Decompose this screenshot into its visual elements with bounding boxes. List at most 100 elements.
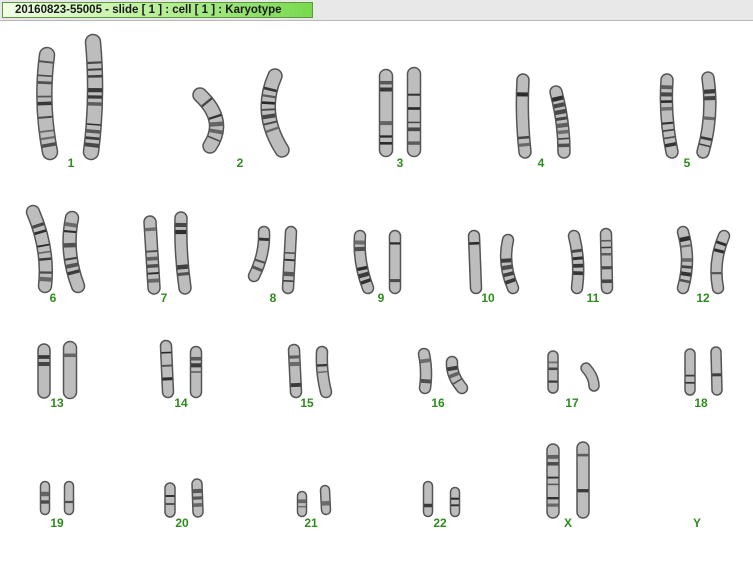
chromosome-2a-band [209, 128, 223, 135]
chromosome-1b [82, 33, 104, 161]
chromosome-7b-band [177, 271, 189, 277]
chromosome-4b-band [556, 122, 569, 129]
chromosome-16b [445, 355, 469, 395]
chromosome-3b [406, 66, 422, 158]
chromosome-11a-body [569, 231, 583, 293]
chromosome-14a-band [162, 377, 173, 381]
chromosome-18a [684, 348, 696, 396]
pair-label-5: 5 [683, 156, 691, 170]
chromosome-1b-band [86, 129, 101, 134]
pair-label-20: 20 [175, 516, 189, 530]
chromosome-18b-body [711, 347, 722, 395]
chromosome-5b-band [703, 116, 715, 121]
chromosome-15a [287, 343, 303, 399]
pair-label-4: 4 [537, 156, 545, 170]
chromosome-7a-band [146, 256, 158, 261]
pair-label-16: 16 [431, 396, 445, 410]
pair-label-7: 7 [160, 291, 168, 305]
chromosome-8a [247, 225, 271, 283]
chromosome-19b [63, 480, 75, 516]
chromosome-12a-band [680, 244, 692, 248]
chromosome-5b [696, 71, 717, 159]
chromosome-5a-body [661, 74, 678, 158]
chromosome-1b-band [87, 61, 102, 65]
chromosome-16a [417, 347, 433, 395]
chromosome-7a [143, 215, 161, 295]
pair-label-2: 2 [236, 156, 244, 170]
pair-label-10: 10 [481, 291, 495, 305]
chromosome-12a-band [679, 235, 691, 243]
chromosome-2a [192, 87, 225, 154]
chromosome-21a [296, 490, 308, 518]
chromosome-4b-band [554, 108, 567, 116]
chromosome-9a-band [358, 271, 370, 279]
chromosome-7a-body [144, 216, 160, 294]
karyotype-panel [25, 33, 731, 519]
chromosome-11b [599, 227, 614, 295]
pair-label-11: 11 [586, 291, 600, 305]
chromosome-7b-band [176, 264, 189, 270]
chromosome-6b-band [63, 230, 77, 234]
chromosome-14b [189, 345, 203, 399]
chromosome-4a-body [517, 74, 531, 158]
chromosome-7a-band [146, 250, 158, 253]
chromosome-10b-band [501, 264, 513, 271]
chromosome-1b-band [87, 68, 102, 71]
chromosome-7b-body [175, 212, 191, 294]
chromosome-16b-band [446, 365, 458, 372]
chromosome-6a-band [39, 257, 52, 261]
chromosome-8b-band [284, 258, 295, 262]
chromosome-6a-band [39, 276, 52, 282]
chromosome-4b-band [555, 116, 568, 121]
pair-label-3: 3 [396, 156, 404, 170]
chromosome-12a-band [681, 265, 692, 269]
chromosome-4b-band [557, 129, 569, 135]
chromosome-Xb [576, 441, 590, 519]
chromosome-13b [62, 340, 78, 400]
chromosome-10b-band [501, 258, 512, 263]
chromosome-8b [281, 225, 298, 295]
chromosome-9b [388, 229, 402, 295]
chromosome-Xa [546, 443, 560, 519]
pair-label-21: 21 [304, 516, 318, 530]
chromosome-6b-band [65, 262, 79, 269]
chromosome-10a [467, 229, 483, 295]
chromosome-12a [676, 225, 694, 295]
chromosome-14a [159, 339, 175, 399]
chromosome-5a-band [662, 121, 674, 125]
chromosome-4b-band [558, 137, 570, 140]
chromosome-15b-band [316, 363, 328, 367]
chromosome-6a [25, 204, 54, 294]
chromosome-4b [549, 85, 571, 159]
chromosome-18b [710, 346, 723, 396]
pair-label-Y: Y [692, 516, 702, 530]
chromosome-1a-band [37, 81, 52, 85]
chromosome-12b [710, 229, 731, 295]
chromosome-2b-band [261, 108, 275, 111]
pair-label-6: 6 [49, 291, 57, 305]
chromosome-11a-band [571, 248, 583, 254]
chromosome-4a-band [518, 142, 530, 147]
chromosome-7b [174, 211, 192, 295]
chromosome-16a-band [420, 378, 431, 384]
pair-label-15: 15 [300, 396, 314, 410]
chromosome-1b-band [86, 123, 101, 126]
chromosome-20a [164, 482, 176, 518]
chromosome-15b-band [317, 370, 328, 374]
chromosome-6b-band [64, 221, 77, 228]
chromosome-9a-band [356, 265, 368, 272]
chromosome-4b-band [553, 102, 565, 109]
chromosome-7a-band [147, 264, 159, 268]
chromosome-22a [422, 480, 434, 518]
pair-label-12: 12 [696, 291, 710, 305]
chromosome-1b-band [84, 142, 100, 148]
pair-label-17: 17 [565, 396, 579, 410]
chromosome-5b-band [703, 89, 716, 94]
chromosome-2b-band [261, 101, 275, 105]
pair-label-8: 8 [269, 291, 277, 305]
chromosome-7a-band [144, 227, 157, 232]
pair-label-22: 22 [433, 516, 447, 530]
chromosome-4b-band [551, 95, 564, 102]
chromosome-9a [353, 229, 375, 295]
chromosome-17b [580, 362, 600, 392]
